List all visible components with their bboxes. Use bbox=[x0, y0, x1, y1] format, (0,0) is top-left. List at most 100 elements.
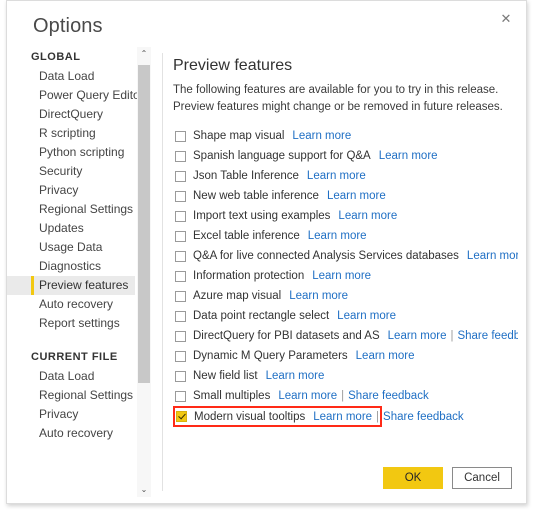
feature-label: Import text using examples bbox=[193, 210, 331, 222]
checkbox-unchecked-icon[interactable] bbox=[175, 310, 186, 322]
sidebar-item-auto-recovery[interactable]: Auto recovery bbox=[7, 295, 135, 314]
nav-group-title: GLOBAL bbox=[31, 51, 81, 63]
content-pane: Preview features The following features … bbox=[173, 47, 518, 445]
sidebar: GLOBAL Data Load Power Query Editor DirectQ… bbox=[7, 47, 155, 503]
feature-row[interactable]: Q&A for live connected Analysis Services… bbox=[173, 246, 518, 266]
feature-label: Modern visual tooltips bbox=[194, 410, 306, 423]
checkbox-unchecked-icon[interactable] bbox=[175, 350, 186, 362]
sidebar-item-power-query-editor[interactable]: Power Query Editor bbox=[7, 86, 144, 105]
dialog-frame: Options ✕ GLOBAL Data Load Power Query Edi… bbox=[6, 0, 527, 504]
sidebar-item-data-load[interactable]: Data Load bbox=[7, 367, 135, 386]
checkbox-checked-icon[interactable] bbox=[176, 411, 187, 422]
page-title: Options bbox=[33, 15, 103, 37]
learn-more-link[interactable]: Learn more bbox=[266, 370, 325, 382]
learn-more-link[interactable]: Learn more bbox=[313, 411, 372, 423]
share-feedback-link[interactable]: Share feedback bbox=[457, 330, 518, 342]
content-heading: Preview features bbox=[173, 57, 293, 74]
feature-label: Dynamic M Query Parameters bbox=[193, 350, 348, 362]
cancel-button[interactable]: Cancel bbox=[452, 467, 512, 489]
content-description: The following features are available for… bbox=[173, 84, 503, 113]
close-icon[interactable]: ✕ bbox=[493, 7, 519, 29]
sidebar-item-diagnostics[interactable]: Diagnostics bbox=[7, 257, 135, 276]
scroll-down-icon[interactable]: ⌄ bbox=[137, 483, 151, 497]
feature-row[interactable]: Azure map visual Learn more bbox=[173, 286, 518, 306]
sidebar-item-regional-settings[interactable]: Regional Settings bbox=[7, 386, 135, 405]
sidebar-item-regional-settings[interactable]: Regional Settings bbox=[7, 200, 135, 219]
checkbox-unchecked-icon[interactable] bbox=[175, 150, 186, 162]
feature-label: Excel table inference bbox=[193, 230, 300, 242]
sidebar-item-privacy[interactable]: Privacy bbox=[7, 405, 135, 424]
learn-more-link[interactable]: Learn more bbox=[337, 310, 396, 322]
sidebar-item-report-settings[interactable]: Report settings bbox=[7, 314, 135, 333]
learn-more-link[interactable]: Learn more bbox=[388, 330, 447, 342]
checkbox-unchecked-icon[interactable] bbox=[175, 290, 186, 302]
feature-label: Q&A for live connected Analysis Services… bbox=[193, 250, 459, 262]
checkbox-unchecked-icon[interactable] bbox=[175, 210, 186, 222]
feature-label: Spanish language support for Q&A bbox=[193, 150, 371, 162]
feature-row[interactable]: DirectQuery for PBI datasets and AS Learn… bbox=[173, 326, 518, 346]
learn-more-link[interactable]: Learn more bbox=[327, 190, 386, 202]
feature-row[interactable]: Excel table inference Learn more bbox=[173, 226, 518, 246]
feature-row[interactable]: Information protection Learn more bbox=[173, 266, 518, 286]
sidebar-item-updates[interactable]: Updates bbox=[7, 219, 135, 238]
ok-button[interactable]: OK bbox=[383, 467, 443, 489]
learn-more-link[interactable]: Learn more bbox=[278, 390, 337, 402]
feature-label: DirectQuery for PBI datasets and AS bbox=[193, 330, 380, 342]
checkbox-unchecked-icon[interactable] bbox=[175, 230, 186, 242]
link-separator: | bbox=[450, 330, 454, 342]
sidebar-item-privacy[interactable]: Privacy bbox=[7, 181, 135, 200]
checkbox-unchecked-icon[interactable] bbox=[175, 250, 186, 262]
feature-row[interactable]: Import text using examples Learn more bbox=[173, 206, 518, 226]
learn-more-link[interactable]: Learn more bbox=[308, 230, 367, 242]
learn-more-link[interactable]: Learn more bbox=[338, 210, 397, 222]
learn-more-link[interactable]: Learn more bbox=[289, 290, 348, 302]
sidebar-item-auto-recovery[interactable]: Auto recovery bbox=[7, 424, 135, 443]
sidebar-item-usage-data[interactable]: Usage Data bbox=[7, 238, 135, 257]
share-feedback-link[interactable]: Share feedback bbox=[348, 390, 429, 402]
feature-label: Azure map visual bbox=[193, 290, 282, 302]
link-separator: | bbox=[341, 390, 345, 402]
checkbox-unchecked-icon[interactable] bbox=[175, 170, 186, 182]
checkbox-unchecked-icon[interactable] bbox=[175, 330, 186, 342]
feature-label: Json Table Inference bbox=[193, 170, 299, 182]
checkbox-unchecked-icon[interactable] bbox=[175, 130, 186, 142]
feature-row[interactable]: Shape map visual Learn more bbox=[173, 126, 518, 146]
feature-row[interactable]: Dynamic M Query Parameters Learn more bbox=[173, 346, 518, 366]
feature-label: Small multiples bbox=[193, 390, 271, 402]
feature-row[interactable]: Spanish language support for Q&A Learn mo… bbox=[173, 146, 518, 166]
checkbox-unchecked-icon[interactable] bbox=[175, 390, 186, 402]
scroll-up-icon[interactable]: ⌃ bbox=[137, 47, 151, 61]
learn-more-link[interactable]: Learn more bbox=[467, 250, 518, 262]
options-dialog: Options ✕ GLOBAL Data Load Power Query Edi… bbox=[0, 0, 535, 515]
feature-row-highlighted[interactable]: Modern visual tooltips Learn more | Share f… bbox=[173, 406, 464, 427]
sidebar-item-data-load[interactable]: Data Load bbox=[7, 67, 135, 86]
sidebar-item-preview-features[interactable]: Preview features bbox=[7, 276, 135, 295]
sidebar-content-divider bbox=[162, 53, 163, 491]
feature-row[interactable]: Data point rectangle select Learn more bbox=[173, 306, 518, 326]
feature-row[interactable]: New web table inference Learn more bbox=[173, 186, 518, 206]
checkbox-unchecked-icon[interactable] bbox=[175, 190, 186, 202]
learn-more-link[interactable]: Learn more bbox=[292, 130, 351, 142]
feature-label: New web table inference bbox=[193, 190, 319, 202]
learn-more-link[interactable]: Learn more bbox=[379, 150, 438, 162]
feature-label: Shape map visual bbox=[193, 130, 285, 142]
sidebar-item-r-scripting[interactable]: R scripting bbox=[7, 124, 135, 143]
learn-more-link[interactable]: Learn more bbox=[356, 350, 415, 362]
share-feedback-link[interactable]: Share feedback bbox=[383, 411, 464, 423]
learn-more-link[interactable]: Learn more bbox=[307, 170, 366, 182]
learn-more-link[interactable]: Learn more bbox=[312, 270, 371, 282]
sidebar-scrollbar[interactable]: ⌃ ⌄ bbox=[137, 47, 151, 497]
link-separator: | bbox=[376, 410, 380, 423]
sidebar-item-security[interactable]: Security bbox=[7, 162, 135, 181]
feature-label: Data point rectangle select bbox=[193, 310, 330, 322]
checkbox-unchecked-icon[interactable] bbox=[175, 370, 186, 382]
preview-features-list: Shape map visual Learn more Spanish langua… bbox=[173, 126, 518, 427]
sidebar-item-directquery[interactable]: DirectQuery bbox=[7, 105, 135, 124]
feature-row[interactable]: Json Table Inference Learn more bbox=[173, 166, 518, 186]
sidebar-item-python-scripting[interactable]: Python scripting bbox=[7, 143, 135, 162]
feature-row[interactable]: Small multiples Learn more | Share feedback bbox=[173, 386, 518, 406]
scrollbar-thumb[interactable] bbox=[138, 65, 150, 383]
checkbox-unchecked-icon[interactable] bbox=[175, 270, 186, 282]
feature-row[interactable]: New field list Learn more bbox=[173, 366, 518, 386]
sidebar-nav: GLOBAL Data Load Power Query Editor DirectQ… bbox=[7, 47, 144, 503]
